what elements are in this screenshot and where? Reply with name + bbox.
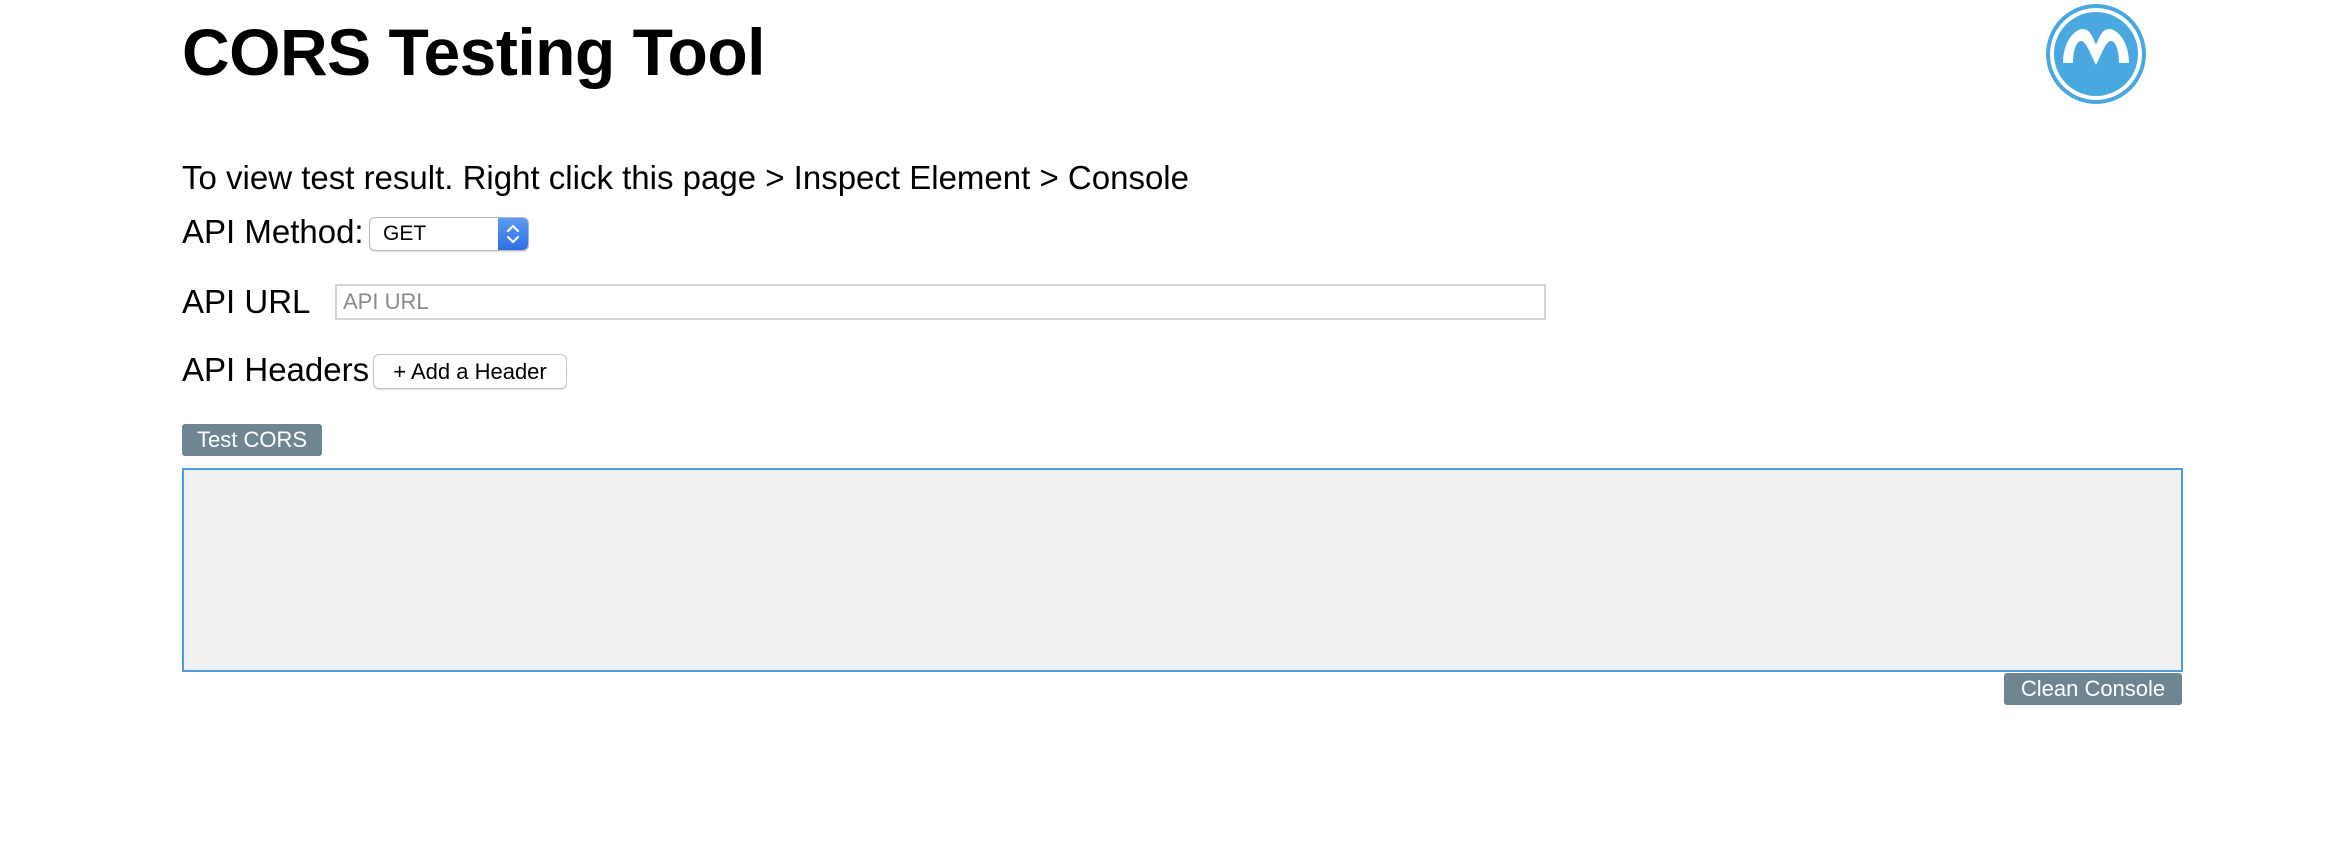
api-method-select[interactable]: GET xyxy=(369,217,529,251)
clean-console-button[interactable]: Clean Console xyxy=(2004,673,2182,705)
api-headers-label: API Headers xyxy=(182,351,370,388)
api-url-input[interactable] xyxy=(335,284,1546,320)
api-url-label: API URL xyxy=(182,283,311,320)
test-cors-button[interactable]: Test CORS xyxy=(182,424,322,456)
page: CORS Testing Tool To view test result. R… xyxy=(0,0,2336,846)
page-title: CORS Testing Tool xyxy=(182,15,766,89)
api-method-label: API Method: xyxy=(182,213,364,250)
console-output[interactable] xyxy=(182,468,2183,672)
chevron-up-down-icon xyxy=(498,218,528,250)
add-header-button[interactable]: + Add a Header xyxy=(373,354,567,389)
mulesoft-logo-icon xyxy=(2045,3,2147,105)
instructions-text: To view test result. Right click this pa… xyxy=(182,159,1189,196)
api-method-value: GET xyxy=(383,222,427,245)
